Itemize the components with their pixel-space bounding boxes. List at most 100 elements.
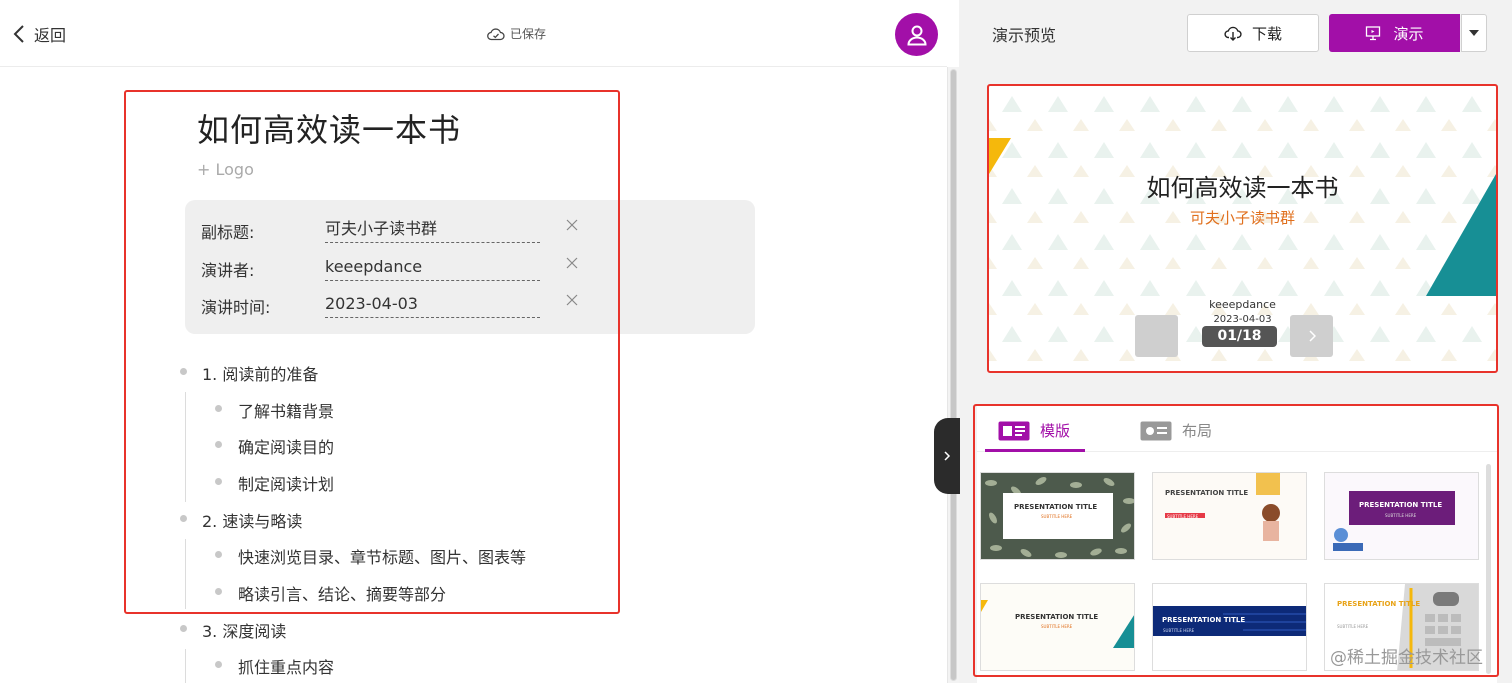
bullet-icon [215,661,222,668]
bullet-icon [215,588,222,595]
chevron-right-icon [1308,330,1316,342]
template-subtitle: SUBTITLE HERE [1167,514,1199,519]
meta-row-speaker: 演讲者: keeepdance [201,255,741,283]
editor-topbar: 返回 已保存 [0,0,947,67]
editor-scrollbar[interactable] [947,67,959,683]
layout-icon [1140,421,1172,440]
template-title: PRESENTATION TITLE [1359,501,1443,509]
close-icon [566,257,578,269]
close-icon [566,219,578,231]
bullet-icon [215,405,222,412]
date-input[interactable]: 2023-04-03 [325,294,540,318]
tab-label: 模版 [1040,422,1071,440]
tab-templates[interactable]: 模版 [998,420,1070,441]
template-title: PRESENTATION TITLE [1014,503,1098,511]
active-tab-indicator [985,449,1085,452]
outline-item[interactable]: 3. 深度阅读 [202,618,286,642]
template-subtitle: SUBTITLE HERE [1041,514,1073,519]
bullet-icon [215,551,222,558]
template-icon [998,421,1030,440]
outline-subitem[interactable]: 制定阅读计划 [238,471,334,495]
collapse-panel-button[interactable] [934,418,960,494]
template-thumbnail[interactable]: PRESENTATION TITLE SUBTITLE HERE [1324,472,1479,560]
outline-guide-line [185,539,186,609]
meta-card: 副标题: 可夫小子读书群 演讲者: keeepdance 演讲时间: 2023-… [185,200,755,334]
slide-counter: 01/18 [1202,326,1277,347]
user-avatar[interactable] [895,13,938,56]
back-label: 返回 [34,26,67,45]
template-tabs: 模版 布局 [977,406,1497,452]
bullet-icon [215,441,222,448]
bullet-icon [180,368,187,375]
outline-subitem[interactable]: 确定阅读目的 [238,434,334,458]
outline-guide-line [185,649,186,683]
template-title: PRESENTATION TITLE [1162,616,1246,624]
clear-speaker-button[interactable] [565,255,579,269]
template-subtitle: SUBTITLE HERE [1041,624,1073,629]
meta-label: 副标题: [201,223,255,242]
editor-pane: 返回 已保存 如何高效读一本书 + Logo 副标题: 可夫小子读书群 演讲者:… [0,0,947,683]
download-button[interactable]: 下载 [1187,14,1319,52]
template-thumbnail[interactable]: PRESENTATION TITLE SUBTITLE HERE [980,583,1135,671]
template-title: PRESENTATION TITLE [1337,600,1421,608]
chevron-down-icon [1469,30,1479,36]
clear-date-button[interactable] [565,292,579,306]
add-logo-button[interactable]: + Logo [197,160,254,179]
meta-row-subtitle: 副标题: 可夫小子读书群 [201,217,741,245]
app-window: 返回 已保存 如何高效读一本书 + Logo 副标题: 可夫小子读书群 演讲者:… [0,0,1512,683]
template-subtitle: SUBTITLE HERE [1337,624,1369,629]
present-label: 演示 [1393,24,1424,43]
slide-subtitle: 可夫小子读书群 [1189,209,1295,227]
saved-label: 已保存 [510,27,547,41]
bullet-icon [215,478,222,485]
meta-row-date: 演讲时间: 2023-04-03 [201,292,741,320]
template-thumbnail[interactable]: PRESENTATION TITLE SUBTITLE HERE [1152,472,1307,560]
bullet-icon [180,515,187,522]
template-subtitle: SUBTITLE HERE [1385,513,1417,518]
download-label: 下载 [1251,24,1282,43]
scrollbar-thumb[interactable] [950,69,957,681]
meta-label: 演讲时间: [201,298,271,317]
meta-label: 演讲者: [201,261,255,280]
next-slide-button[interactable] [1290,315,1333,357]
prev-slide-button[interactable] [1135,315,1178,357]
subtitle-input[interactable]: 可夫小子读书群 [325,219,540,243]
chevron-right-icon [944,451,951,461]
template-thumbnail[interactable]: PRESENTATION TITLE SUBTITLE HERE [980,472,1135,560]
cloud-download-icon [1224,26,1242,41]
tab-layout[interactable]: 布局 [1140,420,1212,441]
user-icon [906,25,927,45]
outline-guide-line [185,392,186,502]
slide-title: 如何高效读一本书 [1146,174,1339,202]
save-status: 已保存 [487,25,546,42]
present-options-button[interactable] [1461,14,1487,52]
slide-preview[interactable]: 如何高效读一本书 可夫小子读书群 keeepdance 2023-04-03 0… [989,86,1496,371]
tab-label: 布局 [1182,422,1213,440]
outline-subitem[interactable]: 了解书籍背景 [238,398,334,422]
watermark: @稀土掘金技术社区 [1330,648,1483,668]
present-button[interactable]: 演示 [1329,14,1460,52]
cloud-check-icon [487,27,505,40]
template-thumbnail[interactable]: PRESENTATION TITLE SUBTITLE HERE [1152,583,1307,671]
preview-pane: 演示预览 下载 演示 如何高效读一本书 可夫小子读书群 keeepdance 2… [959,0,1512,683]
preview-label: 演示预览 [992,26,1057,45]
outline-subitem[interactable]: 略读引言、结论、摘要等部分 [238,581,446,605]
template-title: PRESENTATION TITLE [1165,489,1249,497]
outline-item[interactable]: 1. 阅读前的准备 [202,361,318,385]
outline-subitem[interactable]: 抓住重点内容 [238,654,334,678]
slide-speaker: keeepdance [1209,298,1276,311]
template-title: PRESENTATION TITLE [1015,613,1099,621]
outline-item[interactable]: 2. 速读与略读 [202,508,302,532]
document-title[interactable]: 如何高效读一本书 [197,105,461,151]
template-scrollbar[interactable] [1486,464,1491,674]
template-panel: 模版 布局 PRESENTATION TITLE SUBTITLE HERE P… [977,406,1497,683]
back-button[interactable]: 返回 [12,22,66,46]
slide-date: 2023-04-03 [1213,314,1272,325]
speaker-input[interactable]: keeepdance [325,257,540,281]
template-subtitle: SUBTITLE HERE [1163,628,1195,633]
outline-subitem[interactable]: 快速浏览目录、章节标题、图片、图表等 [238,544,526,568]
chevron-left-icon [13,25,24,43]
clear-subtitle-button[interactable] [565,217,579,231]
close-icon [566,294,578,306]
bullet-icon [180,625,187,632]
